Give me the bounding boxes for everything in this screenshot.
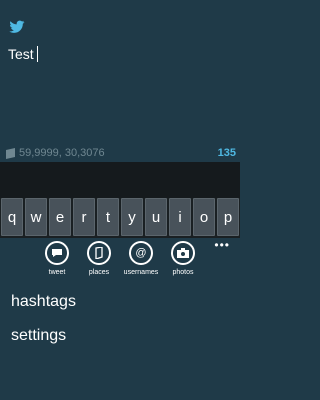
menu-item-settings[interactable]: settings	[11, 327, 66, 345]
places-icon	[87, 241, 111, 265]
text-caret	[36, 46, 38, 62]
key-q[interactable]: q	[1, 198, 23, 236]
key-p[interactable]: p	[217, 198, 239, 236]
tweet-input[interactable]: Test	[8, 44, 232, 64]
key-t[interactable]: t	[97, 198, 119, 236]
keyboard-row: q w e r t y u i o p	[0, 198, 240, 238]
menu-item-hashtags[interactable]: hashtags	[11, 293, 76, 311]
camera-icon	[171, 241, 195, 265]
photos-button[interactable]: photos	[163, 241, 203, 281]
tweet-button[interactable]: tweet	[37, 241, 77, 281]
compose-area: Test 59,9999, 30,3076 135	[0, 0, 240, 162]
keyboard-top-bar	[0, 162, 240, 198]
key-u[interactable]: u	[145, 198, 167, 236]
at-icon: @	[129, 241, 153, 265]
tweet-label: tweet	[48, 269, 66, 276]
photos-label: photos	[172, 269, 194, 276]
tweet-text: Test	[8, 46, 34, 62]
location-flag-icon[interactable]	[6, 147, 15, 159]
key-e[interactable]: e	[49, 198, 71, 236]
places-button[interactable]: places	[79, 241, 119, 281]
usernames-button[interactable]: @ usernames	[121, 241, 161, 281]
key-r[interactable]: r	[73, 198, 95, 236]
more-ellipsis-icon[interactable]: •••	[214, 238, 230, 252]
app-bar: tweet places @ usernames photos •••	[0, 238, 240, 282]
location-row: 59,9999, 30,3076 135	[6, 145, 238, 161]
key-y[interactable]: y	[121, 198, 143, 236]
key-o[interactable]: o	[193, 198, 215, 236]
character-count: 135	[217, 147, 236, 159]
places-label: places	[88, 269, 110, 276]
tweet-icon	[45, 241, 69, 265]
bird-icon	[9, 20, 25, 33]
location-coordinates: 59,9999, 30,3076	[19, 147, 105, 159]
key-i[interactable]: i	[169, 198, 191, 236]
usernames-label: usernames	[123, 269, 159, 276]
key-w[interactable]: w	[25, 198, 47, 236]
